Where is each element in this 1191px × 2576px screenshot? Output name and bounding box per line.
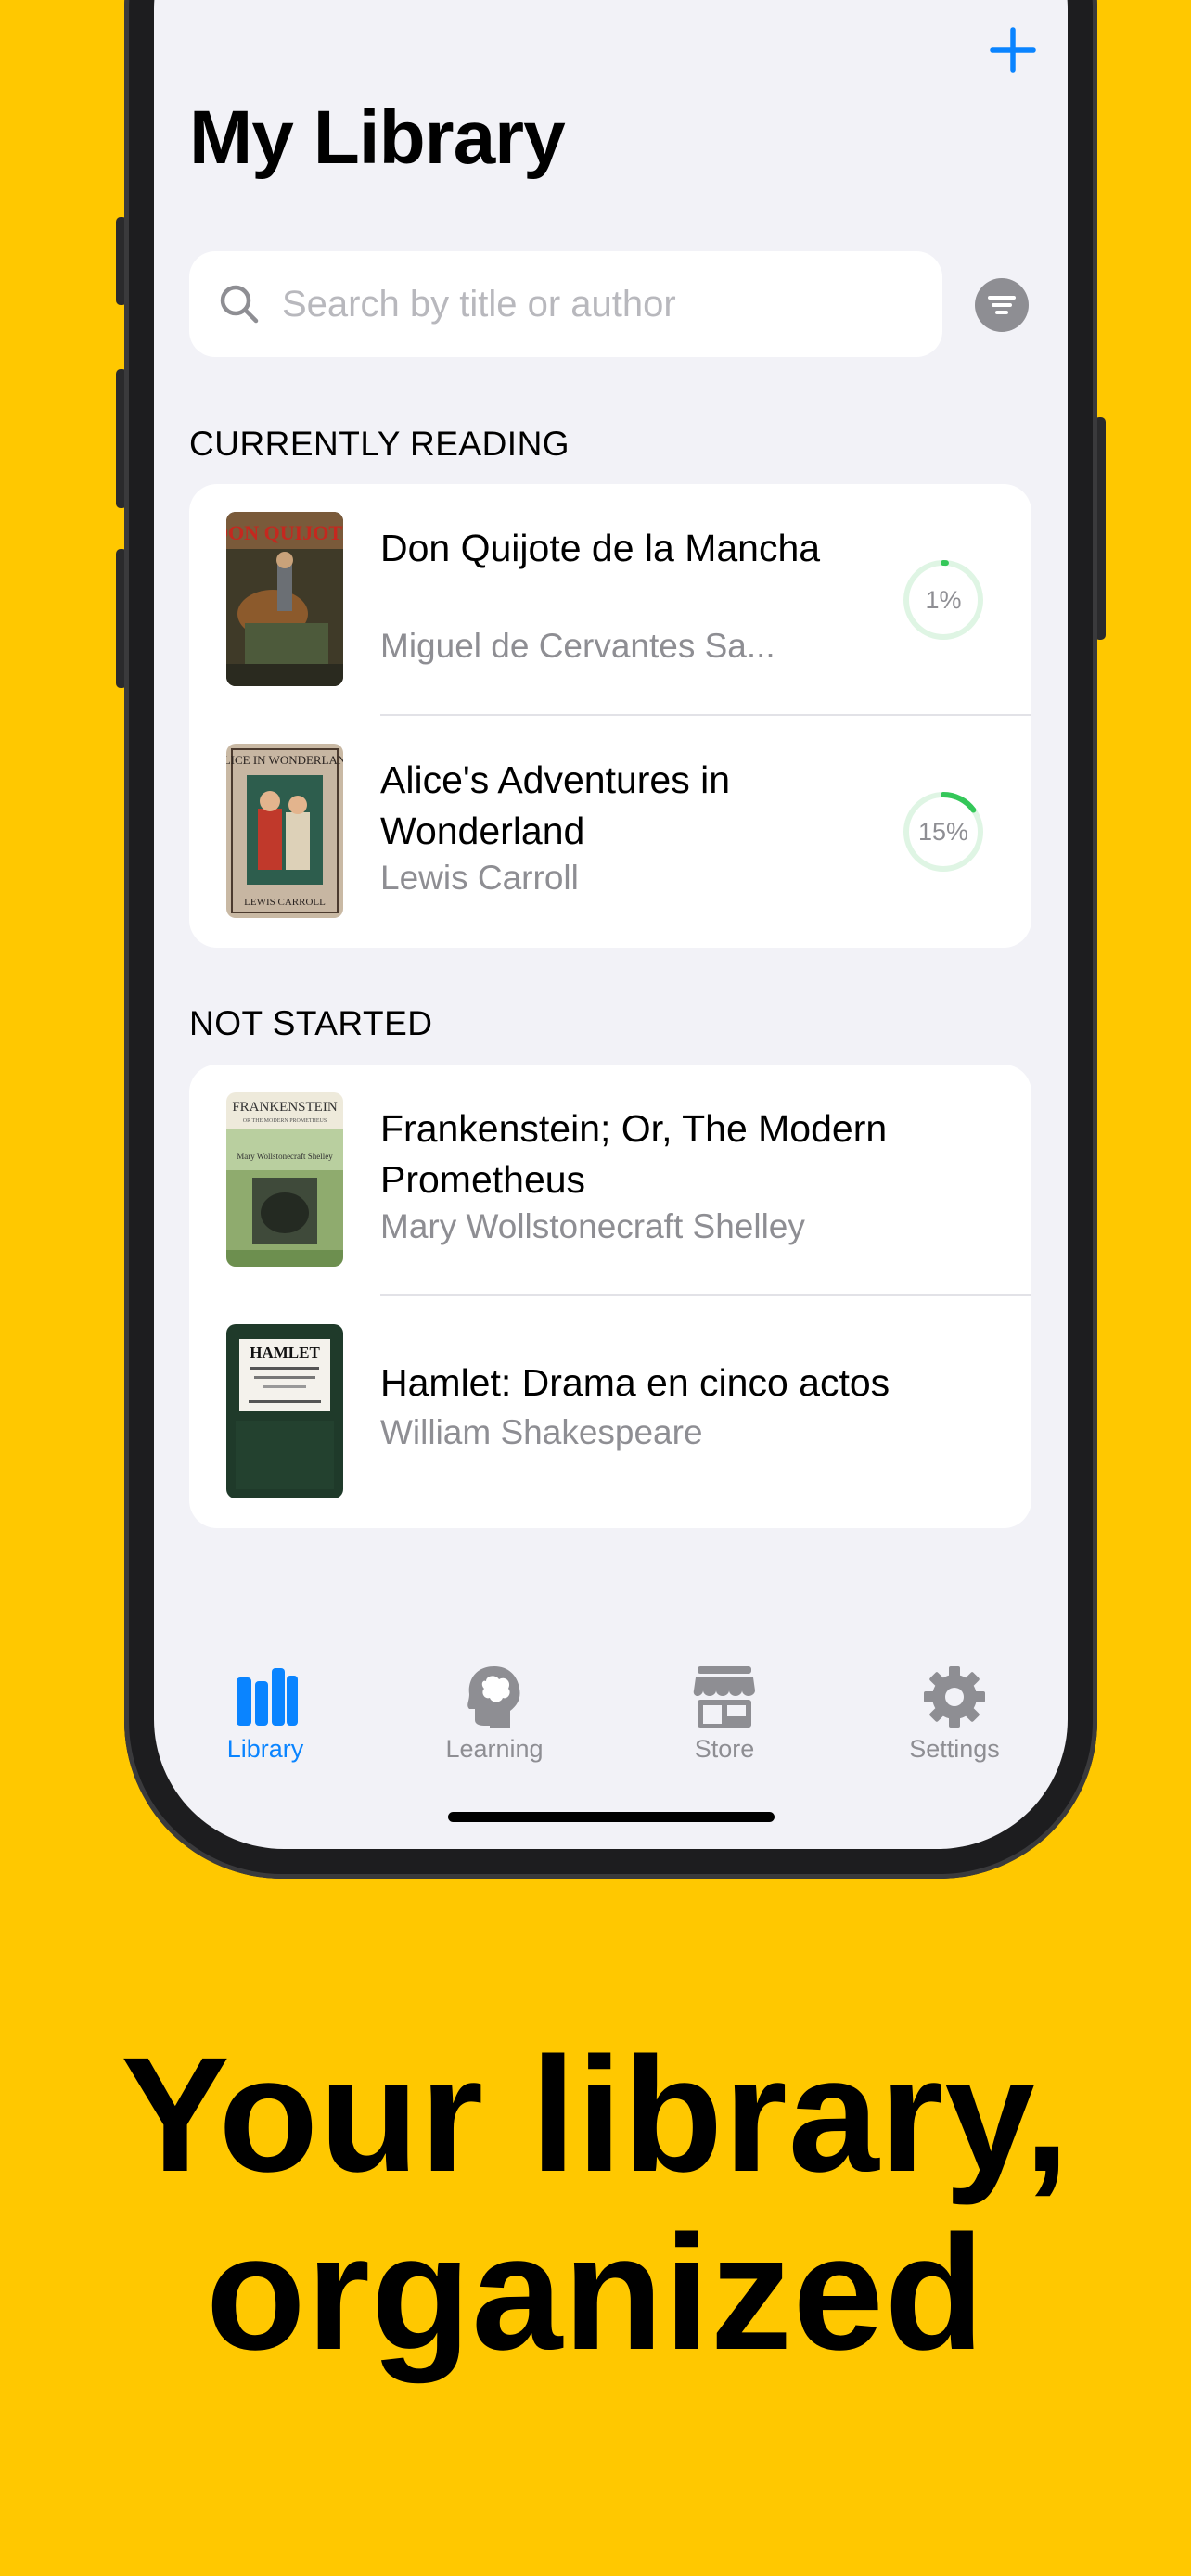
search-icon [220,285,259,324]
cover-title-text: HAMLET [250,1344,320,1361]
tab-settings[interactable]: Settings [862,1664,1047,1794]
progress-percent: 1% [925,585,962,614]
list-item[interactable]: ALICE IN WONDERLAND LEWIS CARROLL Alice'… [189,716,1031,948]
section-title-not-started: NOT STARTED [189,1004,433,1042]
not-started-list: FRANKENSTEIN OR THE MODERN PROMETHEUS Ma… [189,1065,1031,1528]
list-item[interactable]: HAMLET Hamlet: Drama en cinco actos Will… [189,1296,1031,1528]
tab-label: Library [226,1735,304,1763]
caption-line-1: Your library, [121,2024,1070,2206]
tab-library[interactable]: Library [173,1664,358,1794]
storefront-icon [693,1666,755,1728]
book-author: Lewis Carroll [380,859,579,897]
book-cover: ALICE IN WONDERLAND LEWIS CARROLL [226,744,343,918]
add-book-button[interactable] [978,15,1048,85]
tab-learning[interactable]: Learning [402,1664,587,1794]
cover-author-text: Mary Wollstonecraft Shelley [237,1152,333,1161]
cover-title-text: DON QUIJOTE [226,521,343,544]
book-author: Mary Wollstonecraft Shelley [380,1207,805,1245]
book-author: William Shakespeare [380,1413,703,1451]
marketing-caption: Your library, organized [0,2026,1191,2382]
filter-button[interactable] [975,278,1029,332]
tab-label: Store [694,1735,755,1763]
gear-icon [924,1666,985,1728]
book-cover: FRANKENSTEIN OR THE MODERN PROMETHEUS Ma… [226,1092,343,1267]
section-title-currently-reading: CURRENTLY READING [189,425,570,463]
book-title: Alice's Adventures in Wonderland [380,759,731,852]
book-author: Miguel de Cervantes Sa... [380,627,775,665]
book-title: Frankenstein; Or, The Modern Prometheus [380,1107,888,1201]
brain-head-icon [467,1666,520,1728]
progress-percent: 15% [917,817,969,846]
tab-store[interactable]: Store [632,1664,817,1794]
book-title: Don Quijote de la Mancha [380,527,821,569]
page-title: My Library [189,96,566,180]
app-screen: My Library CURRENTLY READING DON QUIJOTE [154,0,1068,1849]
book-cover: DON QUIJOTE [226,512,343,686]
cover-title-text: ALICE IN WONDERLAND [226,753,343,767]
search-input[interactable] [282,270,922,338]
caption-line-2: organized [205,2202,986,2384]
progress-ring: 15% [900,788,987,875]
plus-icon [990,27,1036,73]
tab-label: Settings [909,1735,1000,1763]
currently-reading-list: DON QUIJOTE Don Quijote de la Mancha Mig… [189,484,1031,948]
book-title: Hamlet: Drama en cinco actos [380,1361,890,1404]
list-item[interactable]: DON QUIJOTE Don Quijote de la Mancha Mig… [189,484,1031,716]
filter-icon [988,296,1016,314]
books-icon [237,1668,298,1726]
list-item[interactable]: FRANKENSTEIN OR THE MODERN PROMETHEUS Ma… [189,1065,1031,1296]
book-cover: HAMLET [226,1324,343,1498]
tab-label: Learning [445,1735,544,1763]
search-bar[interactable] [189,251,942,357]
progress-ring: 1% [900,556,987,644]
cover-author-text: LEWIS CARROLL [244,897,326,908]
cover-title-text: FRANKENSTEIN [232,1100,338,1115]
cover-subtitle-text: OR THE MODERN PROMETHEUS [243,1118,327,1124]
home-indicator[interactable] [448,1812,775,1822]
